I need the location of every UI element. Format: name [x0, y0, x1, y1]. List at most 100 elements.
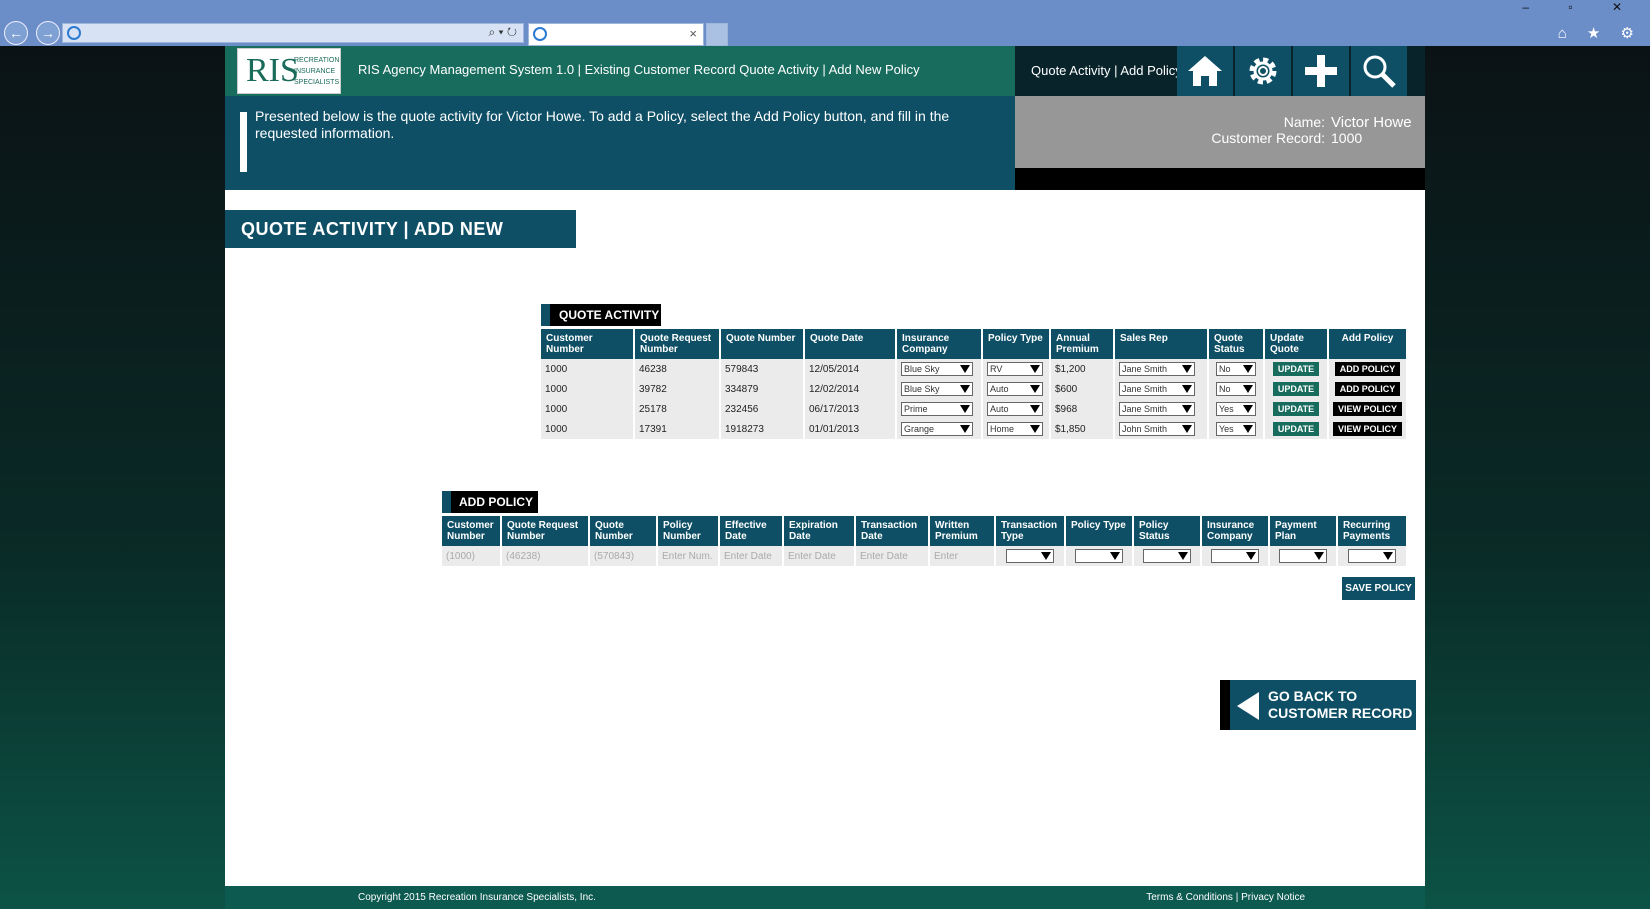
col-header: Customer Number [541, 329, 633, 359]
window-controls[interactable]: – ▫ ✕ [1522, 0, 1640, 14]
select-value: Yes [1219, 424, 1234, 434]
policy-type-select[interactable]: Home [987, 422, 1043, 436]
logo-subtext: RECREATION INSURANCE SPECIALISTS [294, 57, 340, 86]
policy-action-button[interactable]: ADD POLICY [1334, 382, 1401, 396]
terms-link[interactable]: Terms & Conditions [1146, 892, 1233, 903]
policy-type-select[interactable]: RV [987, 362, 1043, 376]
table-row: 1000 17391 1918273 01/01/2013 Grange Home $1,8… [541, 419, 1407, 439]
sales-rep-select[interactable]: Jane Smith [1119, 402, 1195, 416]
sales-rep-select[interactable]: Jane Smith [1119, 362, 1195, 376]
gear-icon[interactable] [1235, 46, 1291, 96]
col-header: Sales Rep [1115, 329, 1207, 359]
transaction-type-select[interactable] [1006, 549, 1054, 563]
info-marker [240, 112, 247, 172]
insurance-company-select[interactable] [1211, 549, 1259, 563]
policy-type-select[interactable]: Auto [987, 402, 1043, 416]
save-policy-button[interactable]: SAVE POLICY [1342, 577, 1415, 600]
dropdown-arrow-icon [1243, 365, 1253, 373]
policy-action-button[interactable]: VIEW POLICY [1333, 422, 1403, 436]
quote-date-cell: 12/05/2014 [805, 359, 895, 379]
table-row: 1000 46238 579843 12/05/2014 Blue Sky RV $1,20… [541, 359, 1407, 379]
policy-action-button[interactable]: VIEW POLICY [1333, 402, 1403, 416]
logo[interactable]: RIS RECREATION INSURANCE SPECIALISTS [237, 48, 341, 94]
quote-status-select[interactable]: Yes [1216, 402, 1256, 416]
copyright: Copyright 2015 Recreation Insurance Spec… [358, 892, 596, 903]
plus-icon[interactable] [1293, 46, 1349, 96]
sales-rep-select[interactable]: John Smith [1119, 422, 1195, 436]
annual-premium-cell: $968 [1051, 399, 1113, 419]
browser-toolbar-icons[interactable]: ⌂ ★ ⚙ [1558, 24, 1642, 42]
search-icon[interactable] [1351, 46, 1407, 96]
table-row: 1000 39782 334879 12/02/2014 Blue Sky Auto $60… [541, 379, 1407, 399]
quote-number-cell: 579843 [721, 359, 803, 379]
col-header: Quote Request Number [502, 516, 588, 546]
forward-arrow-icon[interactable]: → [36, 21, 60, 45]
quote-status-select[interactable]: No [1216, 362, 1256, 376]
quote-request-cell: 25178 [635, 399, 719, 419]
insurance-company-select[interactable]: Blue Sky [901, 382, 973, 396]
update-button[interactable]: UPDATE [1272, 422, 1320, 436]
recurring-payments-select[interactable] [1348, 549, 1396, 563]
update-button[interactable]: UPDATE [1272, 362, 1320, 376]
back-arrow-icon[interactable]: ← [4, 21, 28, 45]
policy-number-input[interactable]: Enter Num. [658, 546, 718, 566]
address-bar[interactable]: ⌕ ▾ ↻ [62, 23, 524, 43]
quote-status-select[interactable]: Yes [1216, 422, 1256, 436]
quote-request-cell: 46238 [635, 359, 719, 379]
select-value: Jane Smith [1122, 404, 1168, 414]
customer-number-cell: 1000 [541, 399, 633, 419]
expiration-date-input[interactable]: Enter Date [784, 546, 854, 566]
go-back-label: GO BACK TO CUSTOMER RECORD [1268, 688, 1412, 722]
col-header: Insurance Company [1202, 516, 1268, 546]
footer: Copyright 2015 Recreation Insurance Spec… [225, 886, 1425, 909]
written-premium-input[interactable]: Enter [930, 546, 994, 566]
quote-number-cell: 232456 [721, 399, 803, 419]
insurance-company-select[interactable]: Prime [901, 402, 973, 416]
ie-icon [533, 27, 547, 41]
quote-request-field: (46238) [502, 546, 588, 566]
quote-status-select[interactable]: No [1216, 382, 1256, 396]
col-header: Update Quote [1265, 329, 1327, 359]
policy-type-select[interactable] [1075, 549, 1123, 563]
select-value: No [1219, 364, 1231, 374]
ie-icon [67, 26, 81, 40]
payment-plan-select[interactable] [1279, 549, 1327, 563]
dropdown-arrow-icon [960, 405, 970, 413]
close-tab-icon[interactable]: × [689, 26, 697, 41]
policy-status-select[interactable] [1143, 549, 1191, 563]
select-value: Home [990, 424, 1015, 434]
quote-number-cell: 334879 [721, 379, 803, 399]
select-value: John Smith [1122, 424, 1168, 434]
col-header: Policy Status [1134, 516, 1200, 546]
col-header: Policy Type [1066, 516, 1132, 546]
effective-date-input[interactable]: Enter Date [720, 546, 782, 566]
sales-rep-select[interactable]: Jane Smith [1119, 382, 1195, 396]
quote-request-cell: 17391 [635, 419, 719, 439]
home-icon[interactable] [1177, 46, 1233, 96]
new-tab-button[interactable] [706, 23, 728, 46]
address-tools[interactable]: ⌕ ▾ ↻ [488, 25, 517, 40]
select-value: Yes [1219, 404, 1234, 414]
customer-number-field: (1000) [442, 546, 500, 566]
quote-activity-title-text: QUOTE ACTIVITY [559, 308, 660, 322]
col-header: Insurance Company [897, 329, 981, 359]
insurance-company-select[interactable]: Blue Sky [901, 362, 973, 376]
dropdown-arrow-icon [1243, 425, 1253, 433]
title-stripe [442, 491, 451, 513]
update-button[interactable]: UPDATE [1272, 402, 1320, 416]
dropdown-arrow-icon [1110, 552, 1120, 560]
transaction-date-input[interactable]: Enter Date [856, 546, 928, 566]
info-bar: Presented below is the quote activity fo… [225, 96, 1015, 190]
dropdown-arrow-icon [1030, 385, 1040, 393]
policy-type-select[interactable]: Auto [987, 382, 1043, 396]
annual-premium-cell: $1,200 [1051, 359, 1113, 379]
header-page-label: Quote Activity | Add Policy [1031, 63, 1182, 78]
logo-text: RIS [246, 52, 299, 89]
col-header: Transaction Date [856, 516, 928, 546]
insurance-company-select[interactable]: Grange [901, 422, 973, 436]
update-button[interactable]: UPDATE [1272, 382, 1320, 396]
policy-action-button[interactable]: ADD POLICY [1334, 362, 1401, 376]
browser-tab[interactable]: × [528, 23, 704, 46]
privacy-link[interactable]: Privacy Notice [1241, 892, 1305, 903]
go-back-button[interactable]: GO BACK TO CUSTOMER RECORD [1220, 680, 1416, 730]
